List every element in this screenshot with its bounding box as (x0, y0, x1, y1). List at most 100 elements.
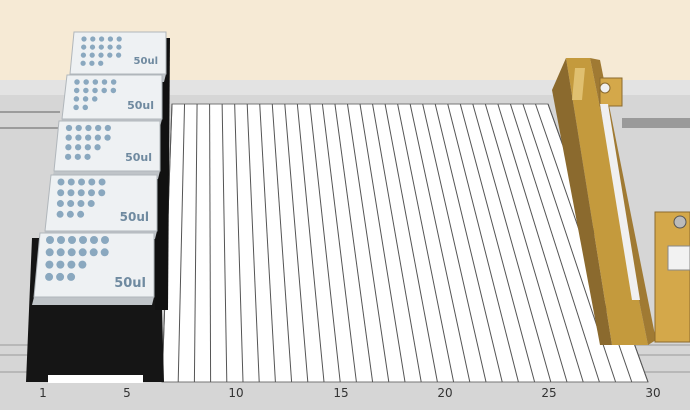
tip-well (75, 134, 82, 141)
tip-well (98, 189, 106, 197)
tip-well (77, 189, 85, 197)
tip-well (110, 79, 117, 85)
tip-well (82, 104, 89, 111)
screw-icon (673, 215, 687, 229)
rack-volume-label: 50ul (114, 276, 146, 291)
tip-well (101, 87, 107, 94)
tip-well (110, 87, 117, 94)
tip-well (85, 124, 92, 132)
tip-well (57, 189, 65, 197)
tip-well (107, 52, 113, 58)
tip-rack[interactable]: 50ul (52, 120, 161, 179)
tip-well (57, 178, 65, 186)
tip-well (57, 236, 65, 244)
axis-tick-label: 5 (123, 386, 131, 400)
tip-well (98, 44, 104, 50)
tip-well (82, 96, 89, 102)
tip-well (77, 200, 85, 208)
tip-well (65, 144, 72, 151)
tip-well (107, 44, 113, 50)
tip-well (56, 272, 65, 281)
tip-well (98, 36, 105, 42)
tip-well (64, 153, 72, 160)
tip-well (89, 52, 95, 58)
tip-well (67, 272, 76, 281)
tip-well (78, 178, 86, 186)
tip-well (90, 36, 96, 42)
tip-well (79, 236, 87, 244)
tip-well (84, 153, 91, 160)
tip-well (66, 210, 74, 218)
tip-well (46, 236, 54, 244)
tip-well (74, 144, 82, 151)
tip-well (56, 260, 65, 269)
tip-well (88, 189, 95, 197)
deck-scene: 50ul 50ul 50ul 50ul 50ul 1 5 10 15 20 25 30 (0, 0, 690, 410)
tip-well (78, 260, 87, 269)
tip-well (67, 260, 76, 269)
gripper-rod (622, 118, 690, 128)
tip-well (80, 60, 86, 66)
tip-well (101, 79, 108, 85)
axis-tick-label: 1 (39, 386, 47, 400)
tip-well (81, 44, 87, 50)
tip-well (83, 87, 89, 94)
tip-well (94, 134, 101, 141)
axis-tick-label: 10 (228, 386, 243, 400)
tip-well (98, 178, 106, 186)
tip-well (107, 36, 114, 42)
tip-well (65, 124, 73, 132)
tip-well (116, 44, 122, 50)
tip-well (68, 236, 76, 244)
tip-well (116, 36, 122, 42)
tip-well (56, 200, 64, 208)
tip-well (92, 87, 98, 94)
tip-well (84, 144, 91, 151)
tip-well (73, 96, 80, 102)
tip-well (56, 210, 64, 218)
rack-volume-label: 50ul (125, 151, 152, 164)
rack-volume-label: 50ul (127, 99, 154, 112)
tip-well (92, 79, 99, 85)
tip-well (67, 248, 76, 257)
tip-well (67, 200, 75, 208)
tip-well (89, 44, 96, 50)
tip-well (65, 134, 72, 141)
tip-rack[interactable]: 50ul (43, 174, 158, 239)
tip-well (67, 178, 75, 186)
rack-volume-label: 50ul (134, 56, 158, 67)
tip-well (45, 272, 54, 281)
tip-well (100, 248, 109, 257)
tip-well (73, 104, 79, 111)
tip-well (91, 96, 98, 102)
tip-well (88, 178, 96, 186)
tip-rack[interactable]: 50ul (60, 74, 163, 127)
tip-well (56, 248, 65, 257)
tip-well (81, 36, 87, 42)
rack-volume-label: 50ul (120, 210, 149, 224)
tip-well (73, 87, 80, 94)
tip-rack[interactable]: 50ul (32, 232, 155, 305)
tip-well (104, 134, 111, 141)
tip-well (75, 124, 82, 132)
tip-well (101, 236, 109, 244)
tip-well (104, 124, 111, 132)
tip-well (67, 189, 75, 197)
axis-tick-label: 15 (333, 386, 348, 400)
deck-canvas: 50ul50ul50ul50ul50ul 1 5 10 15 20 25 30 (0, 0, 690, 410)
tip-well (90, 236, 98, 244)
tip-well (45, 260, 54, 269)
tip-well (85, 134, 92, 141)
tip-well (89, 60, 95, 66)
tip-well (80, 52, 87, 58)
tip-well (77, 210, 85, 218)
tip-well (87, 200, 95, 208)
axis-tick-label: 25 (541, 386, 556, 400)
axis-tick-label: 30 (645, 386, 660, 400)
tip-well (74, 79, 80, 85)
tip-well (45, 248, 54, 257)
tip-well (94, 144, 101, 151)
tip-well (95, 124, 102, 132)
tip-well (83, 79, 89, 85)
axis-tick-label: 20 (437, 386, 452, 400)
